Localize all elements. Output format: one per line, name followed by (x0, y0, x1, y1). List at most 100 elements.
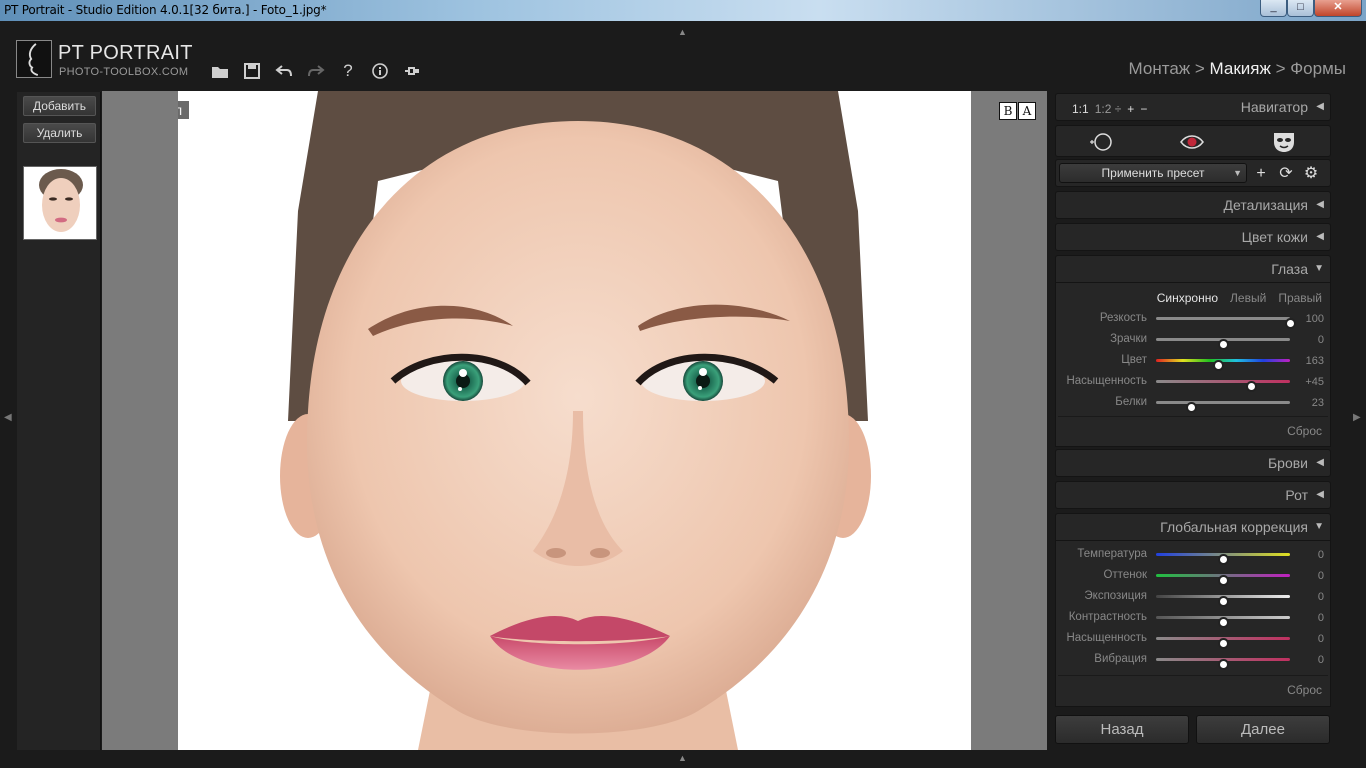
slider-handle[interactable] (1285, 318, 1296, 329)
main-toolbar: ? (204, 60, 428, 82)
slider-handle[interactable] (1212, 360, 1224, 371)
section-eyes-header[interactable]: Глаза ▼ (1055, 255, 1331, 283)
next-button[interactable]: Далее (1196, 715, 1330, 744)
maximize-button[interactable]: □ (1287, 0, 1314, 17)
apply-preset-select[interactable]: Применить пресет ▼ (1059, 163, 1247, 183)
slider-track[interactable] (1156, 338, 1290, 350)
before-toggle-button[interactable]: B (999, 102, 1017, 120)
zoom-1-2-button[interactable]: 1:2 ÷ (1095, 102, 1122, 116)
close-button[interactable]: ✕ (1314, 0, 1362, 17)
slider-value: 0 (1317, 612, 1324, 624)
slider-handle[interactable] (1218, 339, 1229, 350)
workflow-separator: > (1270, 59, 1291, 78)
slider-track[interactable] (1156, 574, 1290, 586)
workflow-step-montage[interactable]: Монтаж (1129, 59, 1191, 78)
slider-handle[interactable] (1218, 596, 1229, 607)
plugin-icon[interactable] (396, 60, 428, 82)
slider-track[interactable] (1156, 317, 1296, 329)
slider-track[interactable] (1156, 595, 1290, 607)
slider-label: Вибрация (1094, 653, 1147, 665)
slider-label: Насыщенность (1066, 632, 1147, 644)
slider-handle[interactable] (1218, 659, 1229, 670)
tab-left[interactable]: Левый (1230, 291, 1266, 305)
section-eyes-label: Глаза (1271, 261, 1308, 277)
slider-handle[interactable] (1218, 554, 1229, 565)
section-brows-header[interactable]: Брови ◀ (1055, 449, 1331, 477)
redo-icon[interactable] (300, 60, 332, 82)
preset-select-label: Применить пресет (1101, 166, 1205, 180)
tool-icons-row (1055, 125, 1331, 157)
section-detail-header[interactable]: Детализация ◀ (1055, 191, 1331, 219)
collapse-top-icon[interactable]: ▲ (678, 27, 687, 37)
tab-right[interactable]: Правый (1278, 291, 1322, 305)
slider-handle[interactable] (1218, 575, 1229, 586)
collapse-right-icon[interactable]: ▶ (1353, 412, 1361, 423)
photo-thumbnail[interactable] (23, 166, 97, 240)
add-preset-icon[interactable]: + (1252, 165, 1270, 183)
eyes-panel-body: Синхронно Левый Правый Резкость 100 Зрачки… (1055, 283, 1331, 447)
app-header: ▲ PT PORTRAIT PHOTO-TOOLBOX.COM ? Монтаж… (0, 21, 1366, 89)
divider (1058, 675, 1328, 676)
adjustments-panel: 1:1 1:2 ÷ + − Навигатор ◀ Применить прес… (1049, 91, 1338, 750)
eyes-reset-button[interactable]: Сброс (1287, 424, 1322, 438)
undo-icon[interactable] (268, 60, 300, 82)
slider-track[interactable] (1156, 380, 1290, 392)
navigator-label: Навигатор (1240, 99, 1308, 115)
after-toggle-button[interactable]: A (1018, 102, 1036, 120)
slider-label: Зрачки (1110, 333, 1147, 345)
zoom-1-1-button[interactable]: 1:1 (1072, 102, 1089, 116)
section-mouth-label: Рот (1285, 487, 1308, 503)
global-reset-button[interactable]: Сброс (1287, 683, 1322, 697)
collapse-left-icon[interactable]: ◀ (4, 412, 12, 423)
help-icon[interactable]: ? (332, 60, 364, 82)
save-icon[interactable] (236, 60, 268, 82)
zoom-in-button[interactable]: + (1127, 102, 1134, 116)
mask-tool-icon[interactable] (1271, 130, 1297, 154)
global-panel-body: Температура 0 Оттенок 0 Экспозиция 0 Контрастн… (1055, 541, 1331, 707)
collapse-bottom-icon[interactable]: ▲ (678, 753, 687, 763)
slider-track[interactable] (1156, 637, 1290, 649)
slider-row: Цвет 163 (1056, 353, 1332, 371)
add-button[interactable]: Добавить (23, 96, 96, 116)
slider-handle[interactable] (1246, 381, 1258, 392)
info-icon[interactable] (364, 60, 396, 82)
slider-label: Белки (1115, 396, 1147, 408)
refresh-preset-icon[interactable]: ⟳ (1277, 165, 1295, 183)
section-skin-header[interactable]: Цвет кожи ◀ (1055, 223, 1331, 251)
slider-label: Температура (1077, 548, 1147, 560)
slider-track[interactable] (1156, 359, 1290, 371)
slider-handle[interactable] (1185, 402, 1197, 413)
retouch-tool-icon[interactable] (1088, 131, 1114, 153)
slider-value: 100 (1305, 313, 1324, 325)
chevron-left-icon: ◀ (1316, 101, 1324, 112)
eye-tool-icon[interactable] (1179, 131, 1205, 153)
slider-handle[interactable] (1218, 617, 1229, 628)
filmstrip-panel: Добавить Удалить (17, 92, 101, 750)
brand-subtitle: PHOTO-TOOLBOX.COM (59, 66, 189, 78)
zoom-out-button[interactable]: − (1140, 102, 1147, 116)
slider-track[interactable] (1156, 401, 1290, 413)
logo-icon (16, 40, 52, 78)
tab-sync[interactable]: Синхронно (1157, 291, 1218, 305)
back-button[interactable]: Назад (1055, 715, 1189, 744)
folder-open-icon[interactable] (204, 60, 236, 82)
slider-track[interactable] (1156, 553, 1290, 565)
slider-track[interactable] (1156, 658, 1290, 670)
slider-row: Вибрация 0 (1056, 652, 1332, 670)
section-mouth-header[interactable]: Рот ◀ (1055, 481, 1331, 509)
settings-gear-icon[interactable]: ⚙ (1302, 165, 1320, 183)
image-viewport[interactable]: Оригинал B A (102, 91, 1047, 750)
slider-track[interactable] (1156, 616, 1290, 628)
delete-button[interactable]: Удалить (23, 123, 96, 143)
slider-label: Насыщенность (1066, 375, 1147, 387)
navigator-header[interactable]: 1:1 1:2 ÷ + − Навигатор ◀ (1055, 93, 1331, 121)
workflow-step-shapes[interactable]: Формы (1290, 59, 1346, 78)
section-global-header[interactable]: Глобальная коррекция ▼ (1055, 513, 1331, 541)
minimize-button[interactable]: _ (1260, 0, 1287, 17)
slider-handle[interactable] (1218, 638, 1229, 649)
workflow-step-makeup[interactable]: Макияж (1210, 59, 1271, 78)
preset-row: Применить пресет ▼ + ⟳ ⚙ (1055, 159, 1331, 187)
chevron-down-icon: ▼ (1314, 521, 1324, 532)
slider-value: +45 (1305, 376, 1324, 388)
portrait-photo[interactable]: Оригинал (178, 91, 971, 750)
